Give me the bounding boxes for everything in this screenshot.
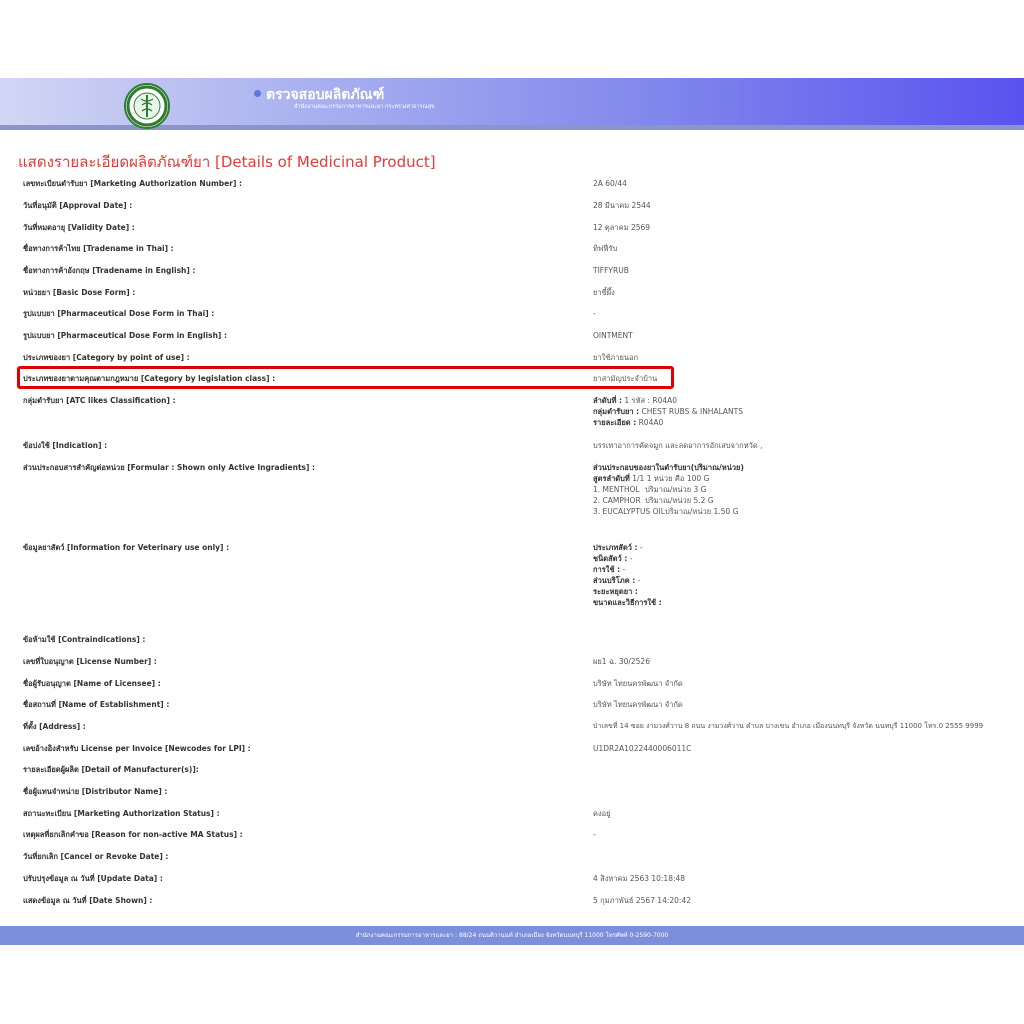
field-value: 28 มีนาคม 2544 [593, 201, 651, 210]
field-value: - [593, 309, 596, 318]
field-value: ผย1 ฉ. 30/2526 [593, 657, 650, 666]
vet-line: ระยะหยุดยา : [593, 587, 638, 596]
field-label: ประเภทของยาตามคุณตามกฎหมาย [Category by … [23, 374, 276, 383]
field-value: คงอยู่ [593, 809, 611, 818]
ingredient-item: 3. EUCALYPTUS OILปริมาณ/หน่วย 1.50 G [593, 507, 739, 516]
field-value: ยาขี้ผึ้ง [593, 288, 615, 297]
atc-values: ลำดับที่ : 1 รหัส : R04A0 กลุ่มตำรับยา :… [593, 395, 743, 428]
field-value: ยาสามัญประจำบ้าน [593, 374, 658, 383]
field-label: ข้อบ่งใช้ [Indication] : [23, 441, 108, 450]
field-value: 4 สิงหาคม 2563 10:18:48 [593, 874, 686, 883]
ingredient-item: 1. MENTHOL ปริมาณ/หน่วย 3 G [593, 485, 707, 494]
atc-line: รายละเอียด : R04A0 [593, 418, 664, 427]
vet-line: ขนาดและวิธีการใช้ : [593, 598, 662, 607]
field-value: OINTMENT [593, 331, 633, 340]
field-value: ทิฟฟี่รับ [593, 244, 618, 253]
field-value: 12 ตุลาคม 2569 [593, 223, 651, 232]
field-label: เหตุผลที่ยกเลิกคำขอ [Reason for non-acti… [23, 830, 243, 839]
field-value: บริษัท ไทยนครพัฒนา จำกัด [593, 679, 683, 688]
atc-line: กลุ่มตำรับยา : CHEST RUBS & INHALANTS [593, 407, 744, 416]
site-footer: สำนักงานคณะกรรมการอาหารและยา : 88/24 ถนน… [0, 926, 1024, 945]
field-value: - [593, 830, 596, 839]
field-label: หน่วยยา [Basic Dose Form] : [23, 288, 136, 297]
field-label: เลขทะเบียนตำรับยา [Marketing Authorizati… [23, 179, 242, 188]
field-value: ป่าเลขที่ 14 ซอย งามวงศ์วาน 8 ถนน งามวงศ… [593, 722, 984, 730]
formula-heading: ส่วนประกอบของยาในตำรับยา(ปริมาณ/หน่วย) [593, 463, 744, 472]
field-label: ประเภทของยา [Category by point of use] : [23, 353, 190, 362]
field-label: ปรับปรุงข้อมูล ณ วันที่ [Update Data] : [23, 874, 163, 883]
vet-line: การใช้ : - [593, 565, 626, 574]
field-label: รูปแบบยา [Pharmaceutical Dose Form in En… [23, 331, 227, 340]
field-label: สถานะทะเบียน [Marketing Authorization St… [23, 809, 220, 818]
field-label: ชื่อผู้รับอนุญาต [Name of Licensee] : [23, 679, 161, 688]
field-value: U1DR2A1022440006011C [593, 744, 692, 753]
field-label: ชื่อสถานที่ [Name of Establishment] : [23, 700, 170, 709]
formula-line: สูตรลำดับที่ 1/1 1 หน่วย คือ 100 G [593, 474, 710, 483]
field-label: วันที่หมดอายุ [Validity Date] : [23, 223, 135, 232]
veterinary-values: ประเภทสัตว์ : - ชนิดสัตว์ : - การใช้ : -… [593, 542, 662, 608]
title-bullet-icon [254, 90, 261, 97]
field-value: TIFFYRUB [593, 266, 629, 275]
ministry-logo[interactable] [124, 83, 170, 129]
field-label: กลุ่มตำรับยา [ATC likes Classification] … [23, 396, 176, 405]
vet-line: ชนิดสัตว์ : - [593, 554, 633, 563]
ingredient-item: 2. CAMPHOR ปริมาณ/หน่วย 5.2 G [593, 496, 714, 505]
field-label: ชื่อทางการค้าไทย [Tradename in Thai] : [23, 244, 174, 253]
field-label: ที่ตั้ง [Address] : [23, 722, 86, 731]
field-label: เลขที่ใบอนุญาต [License Number] : [23, 657, 157, 666]
field-label: เลขอ้างอิงสำหรับ License per Invoice [Ne… [23, 744, 251, 753]
vet-line: ประเภทสัตว์ : - [593, 543, 643, 552]
atc-line: ลำดับที่ : 1 รหัส : R04A0 [593, 396, 678, 405]
formula-values: ส่วนประกอบของยาในตำรับยา(ปริมาณ/หน่วย) ส… [593, 462, 744, 517]
field-label: แสดงข้อมูล ณ วันที่ [Date Shown] : [23, 896, 153, 905]
field-value: 5 กุมภาพันธ์ 2567 14:20:42 [593, 896, 691, 905]
field-label: ข้อห้ามใช้ [Contraindications] : [23, 635, 146, 644]
field-label: ชื่อทางการค้าอังกฤษ [Tradename in Englis… [23, 266, 196, 275]
site-subtitle: สำนักงานคณะกรรมการอาหารและยา กระทรวงสาธา… [294, 104, 435, 110]
field-value: 2A 60/44 [593, 179, 627, 188]
field-label: วันที่ยกเลิก [Cancel or Revoke Date] : [23, 852, 169, 861]
field-label: ชื่อผู้แทนจำหน่าย [Distributor Name] : [23, 787, 168, 796]
page-title: แสดงรายละเอียดผลิตภัณฑ์ยา [Details of Me… [18, 153, 436, 171]
field-value: บรรเทาอาการคัดจมูก และลดอาการอักเสบจากหว… [593, 441, 763, 450]
field-label: รายละเอียดผู้ผลิต [Detail of Manufacture… [23, 765, 199, 774]
field-label: ข้อมูลยาสัตว์ [Information for Veterinar… [23, 543, 230, 552]
field-label: ส่วนประกอบสารสำคัญต่อหน่วย [Formular : S… [23, 463, 316, 472]
vet-line: ส่วนบริโภค : - [593, 576, 641, 585]
field-label: วันที่อนุมัติ [Approval Date] : [23, 201, 133, 210]
field-value: บริษัท ไทยนครพัฒนา จำกัด [593, 700, 683, 709]
field-label: รูปแบบยา [Pharmaceutical Dose Form in Th… [23, 309, 215, 318]
field-value: ยาใช้ภายนอก [593, 353, 639, 362]
